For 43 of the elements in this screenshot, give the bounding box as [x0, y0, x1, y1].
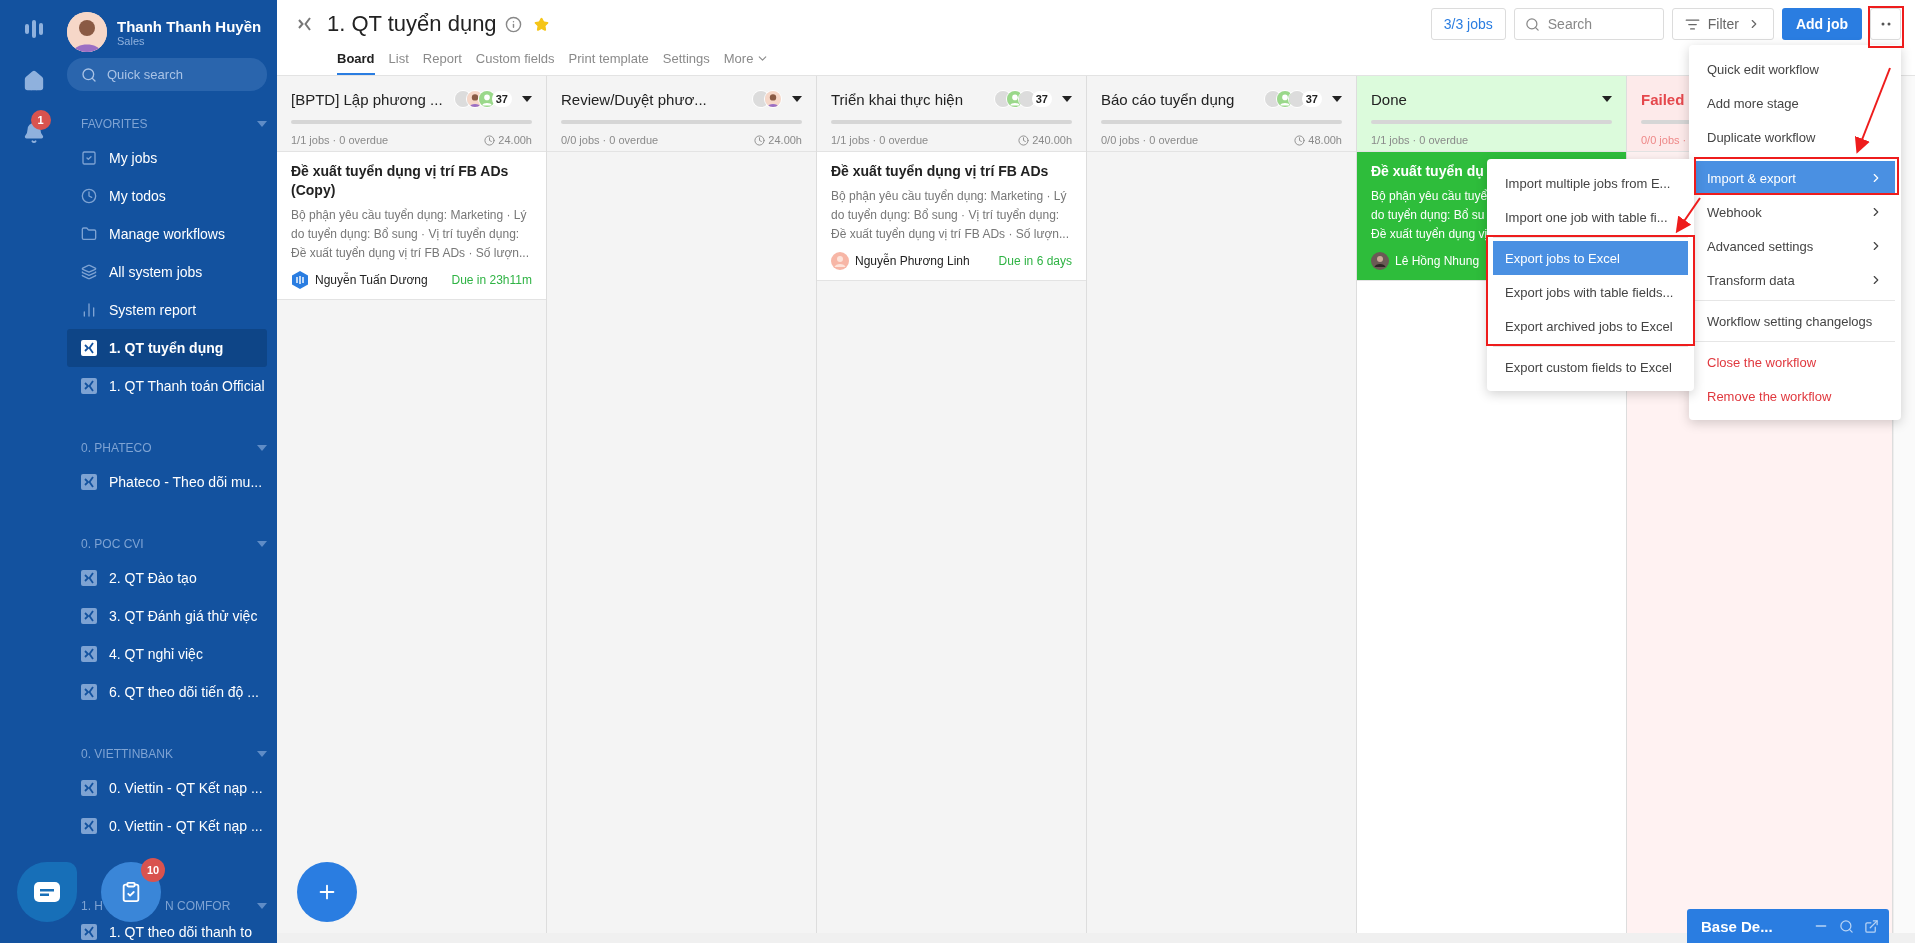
user-name: Thanh Thanh Huyền — [117, 17, 262, 35]
column-title: Báo cáo tuyển dụng — [1101, 90, 1235, 108]
section-label: N COMFOR — [165, 899, 231, 913]
assignee-name: Nguyễn Phương Linh — [855, 254, 970, 268]
column-title: Triển khai thực hiện — [831, 90, 964, 108]
duration-label: 240.00h — [1032, 134, 1072, 146]
notification-badge: 1 — [30, 110, 51, 130]
column-stats: 1/1 jobs · 0 overdue — [1371, 134, 1469, 146]
job-title: Đề xuất tuyển dụng vị trí FB ADs — [831, 162, 1050, 181]
column-stats: 0/0 jobs · 0 overdue — [561, 134, 659, 146]
due-label: Due in 23h11m — [451, 273, 532, 287]
duration-label: 24.00h — [768, 134, 802, 146]
widget-title: Base De... — [1701, 917, 1773, 935]
duration-label: 48.00h — [1308, 134, 1342, 146]
section-label: 0. POC CVI — [81, 537, 144, 551]
section-label: 0. PHATECO — [81, 441, 152, 455]
column-stats: 0/0 jobs · 0 overdue — [1101, 134, 1199, 146]
workflow-title: 1. QT tuyển dụng — [327, 11, 497, 37]
column-stats: 1/1 jobs · 0 overdue — [291, 134, 389, 146]
member-count: 37 — [491, 91, 512, 107]
due-label: Due in 6 days — [998, 254, 1072, 268]
job-description-line: Đề xuất tuyển dụng vị — [1371, 226, 1488, 243]
job-description: Bộ phận yêu cầu tuyển dụng: Marketing · Lý do tuyển dụng: Bổ sung · Vị trí tuyển dụng: Đề xuất tuyển dụng vị trí FB ADs · Số lượn... — [291, 207, 530, 262]
column-stats: 1/1 jobs · 0 overdue — [831, 134, 929, 146]
assignee-name: Nguyễn Tuấn Dương — [315, 273, 428, 287]
column-title: Failed — [1641, 90, 1685, 108]
duration-label: 24.00h — [498, 134, 532, 146]
column-title: Review/Duyệt phươ... — [561, 90, 707, 108]
job-title: Đề xuất tuyển dụng vị trí FB ADs (Copy) — [291, 162, 510, 200]
section-label: 0. VIETTINBANK — [81, 747, 174, 761]
job-title: Đề xuất tuyển dụ — [1371, 162, 1485, 181]
job-description: Bộ phận yêu cầu tuyển dụng: Marketing · Lý do tuyển dụng: Bổ sung · Vị trí tuyển dụng: Đề xuất tuyển dụng vị trí FB ADs · Số lượn... — [831, 188, 1070, 243]
column-title: Done — [1371, 90, 1407, 108]
section-label: 1. H — [81, 899, 103, 913]
member-count: 37 — [1031, 91, 1052, 107]
job-description-line: do tuyển dụng: Bổ su — [1371, 207, 1485, 224]
column-stats: 0/0 jobs · — [1641, 134, 1687, 146]
job-description-line: Bộ phận yêu cầu tuyể — [1371, 188, 1488, 205]
user-role: Sales — [117, 34, 146, 47]
section-label: FAVORITES — [81, 117, 148, 131]
member-count: 37 — [1301, 91, 1322, 107]
assignee-name: Lê Hồng Nhung — [1395, 254, 1480, 268]
column-title: [BPTD] Lập phương ... — [291, 90, 443, 108]
